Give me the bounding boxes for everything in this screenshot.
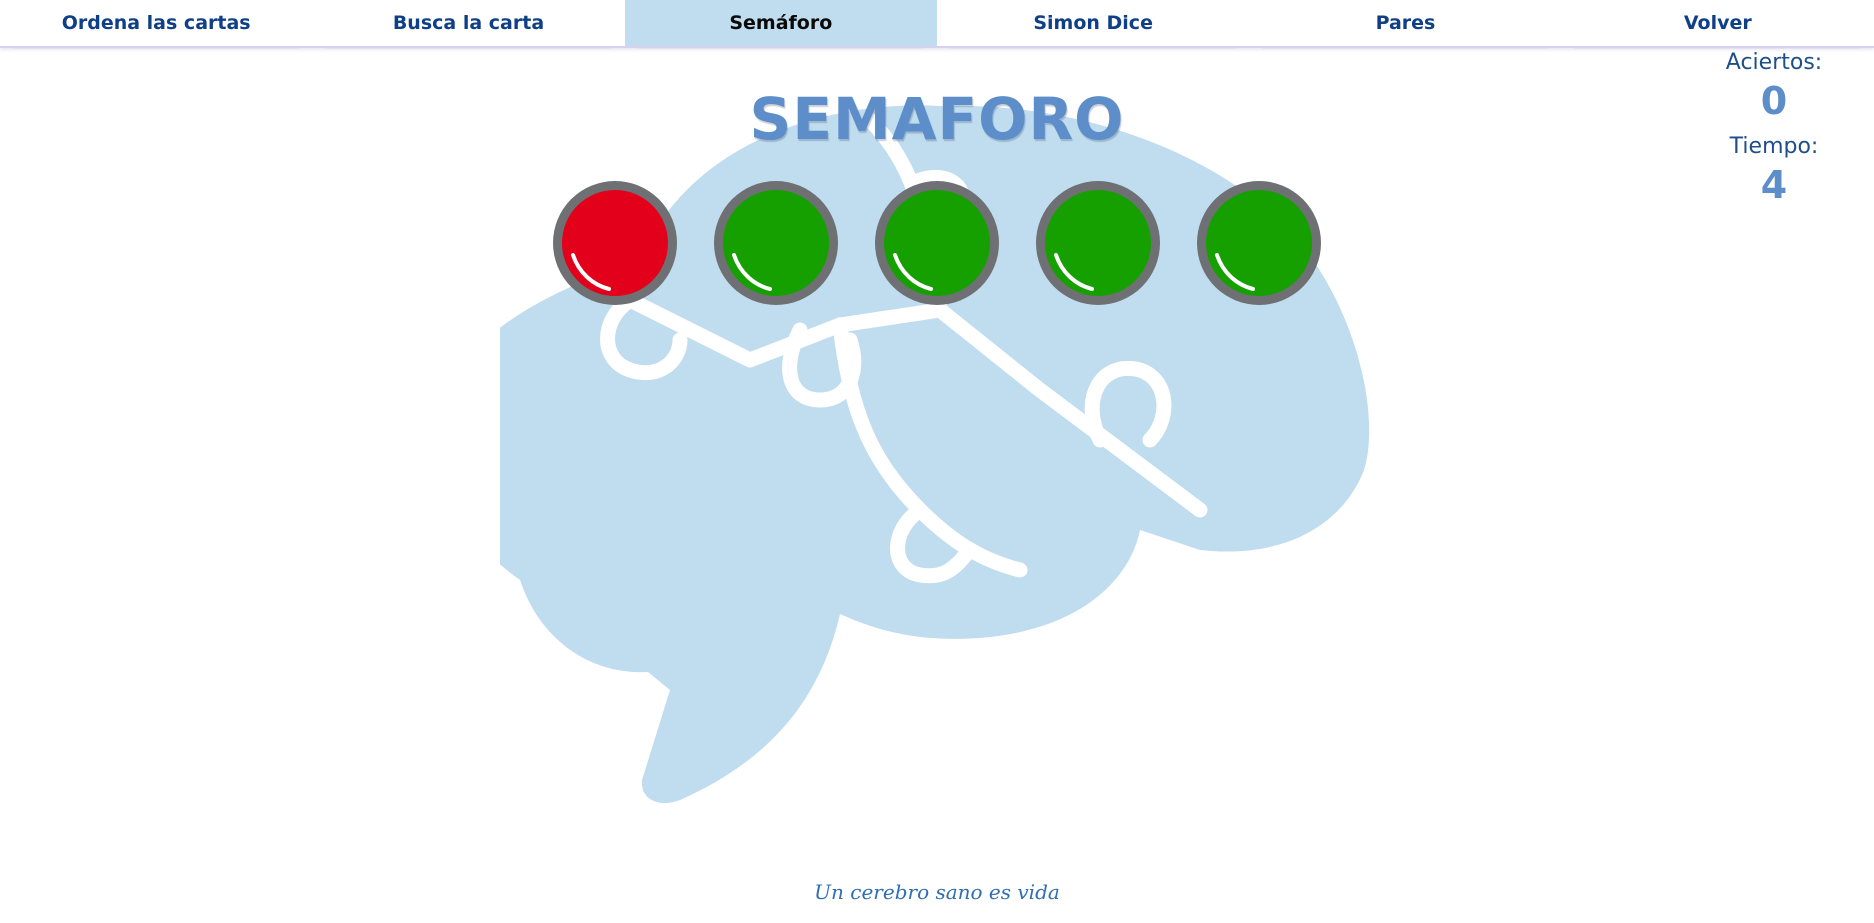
footer-tagline: Un cerebro sano es vida xyxy=(814,880,1060,904)
tab-semaforo[interactable]: Semáforo xyxy=(624,0,937,49)
score-panel: Aciertos: 0 Tiempo: 4 xyxy=(1704,48,1844,216)
time-value: 4 xyxy=(1760,163,1788,207)
hits-value: 0 xyxy=(1760,79,1788,123)
tab-ordena-las-cartas[interactable]: Ordena las cartas xyxy=(0,0,312,49)
light-4-green[interactable] xyxy=(1032,177,1164,309)
light-3-green[interactable] xyxy=(871,177,1003,309)
tab-volver[interactable]: Volver xyxy=(1562,0,1874,49)
traffic-lights xyxy=(549,177,1325,309)
time-label: Tiempo: xyxy=(1729,134,1819,159)
game-title: SEMAFORO xyxy=(749,85,1125,153)
light-5-green[interactable] xyxy=(1193,177,1325,309)
tab-busca-la-carta[interactable]: Busca la carta xyxy=(312,0,624,49)
light-2-green[interactable] xyxy=(710,177,842,309)
tab-pares[interactable]: Pares xyxy=(1249,0,1561,49)
top-navigation: Ordena las cartas Busca la carta Semáfor… xyxy=(0,0,1874,49)
tab-simon-dice[interactable]: Simon Dice xyxy=(937,0,1249,49)
game-page: Ordena las cartas Busca la carta Semáfor… xyxy=(0,0,1874,923)
hits-label: Aciertos: xyxy=(1725,50,1823,75)
light-1-red[interactable] xyxy=(549,177,681,309)
